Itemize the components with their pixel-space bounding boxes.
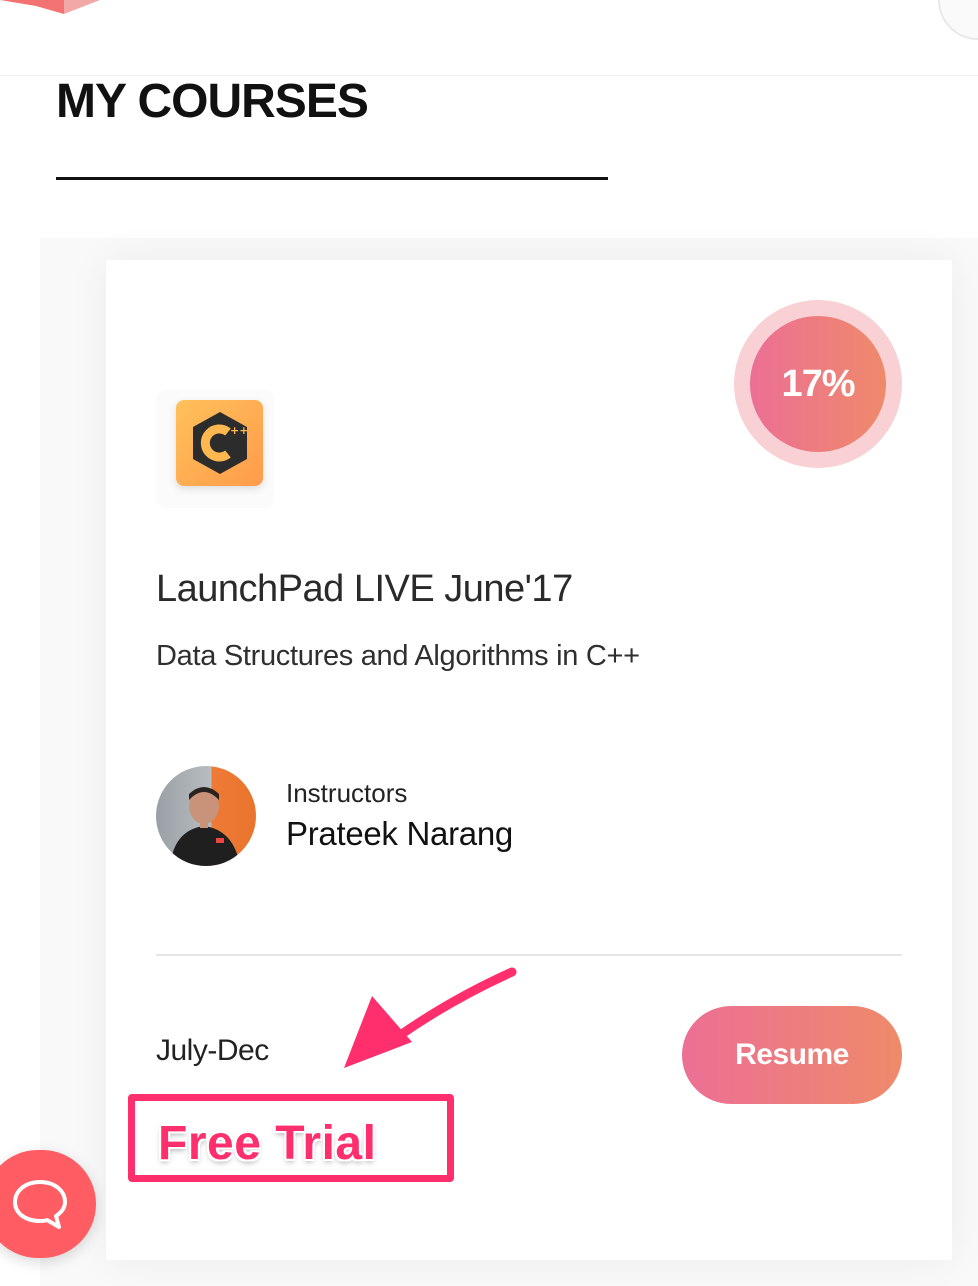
title-underline xyxy=(56,177,608,180)
instructors-label: Instructors xyxy=(286,778,408,808)
annotation-arrow-icon xyxy=(344,967,517,1068)
course-subtitle: Data Structures and Algorithms in C++ xyxy=(156,640,640,672)
resume-button[interactable]: Resume xyxy=(682,1006,902,1104)
progress-percent: 17% xyxy=(750,316,886,452)
free-trial-label: Free Trial xyxy=(158,1117,377,1170)
top-header xyxy=(0,0,978,76)
svg-text:++: ++ xyxy=(230,424,248,437)
card-divider xyxy=(156,954,902,956)
site-logo[interactable] xyxy=(0,0,110,18)
instructor-name: Prateek Narang xyxy=(286,815,513,852)
page-title: MY COURSES xyxy=(56,75,369,128)
instructor-avatar xyxy=(156,766,256,866)
cpp-language-icon: ++ xyxy=(176,400,263,486)
progress-indicator: 17% xyxy=(734,300,902,468)
course-title[interactable]: LaunchPad LIVE June'17 xyxy=(156,568,573,611)
user-avatar[interactable] xyxy=(938,0,978,40)
chat-bubble-icon xyxy=(13,1180,67,1229)
course-icon-container: ++ xyxy=(156,390,274,508)
batch-label: July-Dec xyxy=(156,1034,269,1067)
